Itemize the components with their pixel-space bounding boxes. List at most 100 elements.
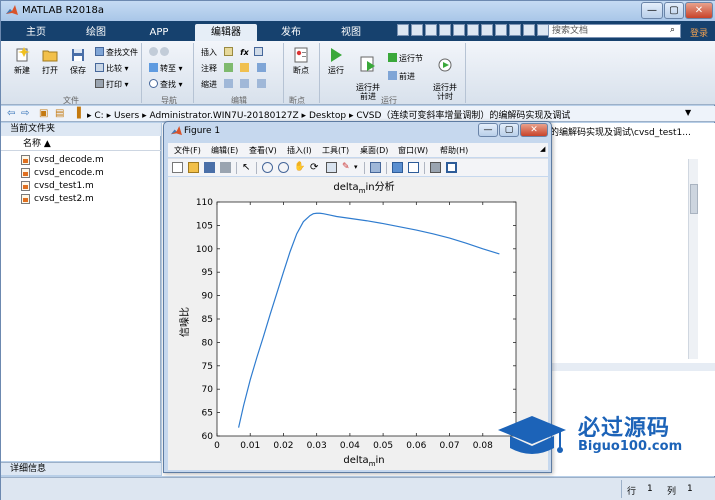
up-folder-icon[interactable]: ▣ bbox=[39, 108, 48, 120]
help-icon-3[interactable] bbox=[523, 24, 535, 36]
row-value: 1 bbox=[647, 484, 653, 494]
insert-button[interactable]: 插入 fx bbox=[201, 47, 265, 58]
details-header[interactable]: 详细信息 bbox=[1, 462, 161, 475]
address-dropdown-icon[interactable]: ▼ bbox=[685, 108, 691, 117]
file-name[interactable]: cvsd_decode.m bbox=[34, 154, 104, 166]
save-figure-icon[interactable] bbox=[204, 162, 215, 173]
file-name[interactable]: cvsd_test2.m bbox=[34, 193, 94, 205]
menu-tools[interactable]: 工具(T) bbox=[322, 145, 349, 156]
breadcrumb-user[interactable]: Administrator.WIN7U-20180127Z bbox=[149, 111, 298, 121]
tab-apps[interactable]: APP bbox=[131, 24, 187, 41]
run-advance-button[interactable]: 运行并 前进 bbox=[353, 47, 383, 101]
list-item[interactable]: cvsd_decode.m bbox=[1, 154, 161, 166]
insert-colorbar-icon[interactable] bbox=[392, 162, 403, 173]
compare-button[interactable]: 比较 ▾ bbox=[95, 63, 129, 74]
root-folder-icon[interactable]: ▐ bbox=[73, 108, 81, 120]
run-button[interactable]: 运行 bbox=[323, 47, 349, 76]
browse-folder-icon[interactable]: ▤ bbox=[55, 108, 64, 120]
figure-close-button[interactable]: ✕ bbox=[520, 123, 548, 137]
figure-title-bar[interactable]: Figure 1 — ▢ ✕ bbox=[164, 122, 551, 142]
plot-area bbox=[216, 201, 517, 437]
menu-dock-icon[interactable]: ◢ bbox=[540, 145, 545, 153]
tab-plots[interactable]: 绘图 bbox=[67, 24, 125, 41]
editor-scrollbar[interactable] bbox=[688, 159, 698, 359]
zoom-in-icon[interactable] bbox=[262, 162, 273, 173]
breadcrumb-users[interactable]: Users bbox=[114, 111, 139, 121]
figure-minimize-button[interactable]: — bbox=[478, 123, 498, 137]
name-column-label[interactable]: 名称 ▲ bbox=[23, 138, 51, 151]
back-forward-buttons[interactable] bbox=[149, 47, 171, 57]
menu-insert[interactable]: 插入(I) bbox=[287, 145, 312, 156]
menu-view[interactable]: 查看(V) bbox=[249, 145, 277, 156]
list-item[interactable]: cvsd_test1.m bbox=[1, 180, 161, 192]
file-name[interactable]: cvsd_encode.m bbox=[34, 167, 104, 179]
name-column-header[interactable]: 名称 ▲ bbox=[1, 138, 161, 151]
breadcrumb-drive[interactable]: C: bbox=[94, 111, 103, 121]
redo-icon[interactable] bbox=[467, 24, 479, 36]
zoom-out-icon[interactable] bbox=[278, 162, 289, 173]
paste-icon[interactable] bbox=[439, 24, 451, 36]
back-arrow-icon[interactable]: ⇦ bbox=[7, 108, 15, 120]
data-cursor-icon[interactable] bbox=[326, 162, 337, 173]
undo-icon[interactable] bbox=[453, 24, 465, 36]
insert-legend-icon[interactable] bbox=[408, 162, 419, 173]
save-button[interactable]: 保存 bbox=[65, 47, 91, 76]
tab-publish[interactable]: 发布 bbox=[263, 24, 319, 41]
menu-help[interactable]: 帮助(H) bbox=[440, 145, 468, 156]
y-axis-label: 信噪比 bbox=[179, 307, 191, 337]
advance-label: 前进 bbox=[399, 72, 415, 81]
comment-button[interactable]: 注释 bbox=[201, 63, 268, 74]
figure-maximize-button[interactable]: ▢ bbox=[499, 123, 519, 137]
tab-editor[interactable]: 编辑器 bbox=[195, 24, 257, 41]
close-button[interactable]: ✕ bbox=[685, 2, 713, 19]
rotate-3d-icon[interactable]: ⟳ bbox=[310, 162, 321, 173]
find-files-button[interactable]: 查找文件 bbox=[95, 47, 138, 58]
link-plot-icon[interactable] bbox=[370, 162, 381, 173]
copy-icon[interactable] bbox=[425, 24, 437, 36]
help-icon-2[interactable] bbox=[509, 24, 521, 36]
save-icon[interactable] bbox=[397, 24, 409, 36]
find-button[interactable]: 查找 ▾ bbox=[149, 79, 183, 90]
print-button[interactable]: 打印 ▾ bbox=[95, 79, 129, 90]
edit-plot-icon[interactable]: ↖ bbox=[242, 162, 253, 173]
new-button[interactable]: 新建 bbox=[9, 47, 35, 76]
pan-icon[interactable]: ✋ bbox=[294, 162, 305, 173]
menu-edit[interactable]: 编辑(E) bbox=[211, 145, 238, 156]
search-icon[interactable]: ⌕ bbox=[670, 25, 680, 36]
list-item[interactable]: cvsd_test2.m bbox=[1, 193, 161, 205]
search-input[interactable]: 搜索文档 bbox=[548, 24, 681, 38]
advance-button[interactable]: 前进 bbox=[388, 71, 415, 82]
help-icon[interactable] bbox=[495, 24, 507, 36]
file-name[interactable]: cvsd_test1.m bbox=[34, 180, 94, 192]
tab-home[interactable]: 主页 bbox=[11, 24, 61, 41]
show-plot-tools-icon[interactable] bbox=[446, 162, 457, 173]
tab-view[interactable]: 视图 bbox=[325, 24, 377, 41]
minimize-button[interactable]: — bbox=[641, 2, 663, 19]
menu-window[interactable]: 窗口(W) bbox=[398, 145, 428, 156]
new-figure-icon[interactable] bbox=[172, 162, 183, 173]
menu-file[interactable]: 文件(F) bbox=[174, 145, 201, 156]
cut-icon[interactable] bbox=[411, 24, 423, 36]
menu-desktop[interactable]: 桌面(D) bbox=[360, 145, 388, 156]
breadcrumb-folder[interactable]: CVSD（连续可变斜率增量调制）的编解码实现及调试 bbox=[356, 111, 570, 121]
open-file-icon[interactable] bbox=[188, 162, 199, 173]
print-figure-icon[interactable] bbox=[220, 162, 231, 173]
goto-button[interactable]: 转至 ▾ bbox=[149, 63, 183, 74]
run-section-button[interactable]: 运行节 bbox=[388, 53, 423, 64]
scroll-thumb[interactable] bbox=[690, 184, 698, 214]
panel-divider[interactable] bbox=[550, 363, 715, 371]
breakpoints-button[interactable]: 断点 bbox=[287, 47, 315, 76]
open-button[interactable]: 打开 bbox=[37, 47, 63, 76]
brush-icon[interactable]: ✎ bbox=[342, 162, 353, 173]
hide-plot-tools-icon[interactable] bbox=[430, 162, 441, 173]
switch-windows-icon[interactable] bbox=[481, 24, 493, 36]
login-link[interactable]: 登录 bbox=[690, 26, 708, 39]
run-advance-icon bbox=[360, 56, 375, 72]
run-and-time-button[interactable]: 运行并 计时 bbox=[431, 47, 459, 101]
indent-button[interactable]: 缩进 bbox=[201, 79, 268, 90]
m-file-icon bbox=[21, 168, 30, 178]
forward-arrow-icon[interactable]: ⇨ bbox=[21, 108, 29, 120]
breadcrumb-desktop[interactable]: Desktop bbox=[309, 111, 346, 121]
list-item[interactable]: cvsd_encode.m bbox=[1, 167, 161, 179]
maximize-button[interactable]: ▢ bbox=[664, 2, 684, 19]
